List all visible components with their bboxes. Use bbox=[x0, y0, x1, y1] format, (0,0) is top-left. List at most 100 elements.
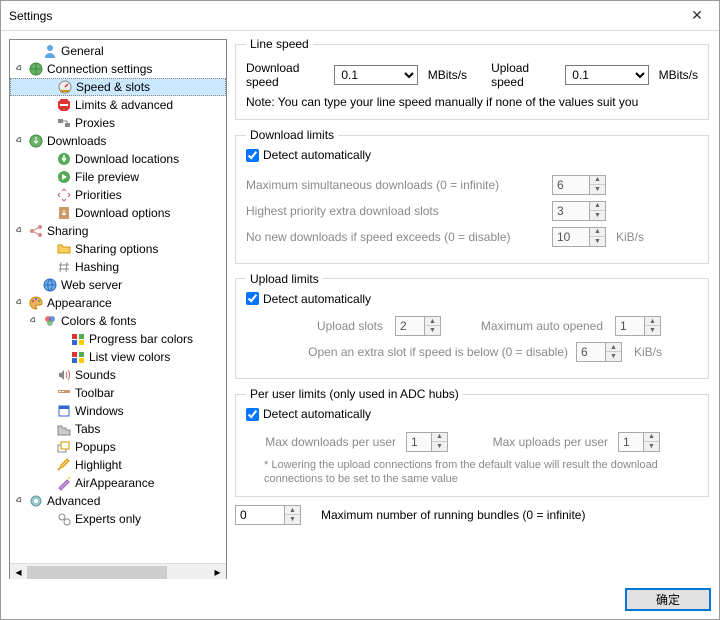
spin-down-icon[interactable]: ▼ bbox=[432, 442, 447, 451]
tree-list-view[interactable]: List view colors bbox=[10, 348, 226, 366]
tree-label: Download locations bbox=[75, 152, 179, 166]
tree-web-server[interactable]: Web server bbox=[10, 276, 226, 294]
tree-dl-locations[interactable]: Download locations bbox=[10, 150, 226, 168]
tree-speed-slots[interactable]: Speed & slots bbox=[10, 78, 226, 96]
spin-down-icon[interactable]: ▼ bbox=[606, 352, 621, 361]
checkbox[interactable] bbox=[246, 408, 259, 421]
tree-general[interactable]: General bbox=[10, 42, 226, 60]
detect-auto-checkbox[interactable]: Detect automatically bbox=[246, 292, 371, 306]
extra-slot-input[interactable] bbox=[576, 342, 606, 362]
tree-priorities[interactable]: Priorities bbox=[10, 186, 226, 204]
download-speed-combo[interactable]: 0.1 bbox=[334, 65, 417, 85]
settings-tree: General Connection settings Speed & slot… bbox=[9, 39, 227, 581]
spin-up-icon[interactable]: ▲ bbox=[285, 506, 300, 515]
upload-speed-combo[interactable]: 0.1 bbox=[565, 65, 648, 85]
tree-label: Download options bbox=[75, 206, 170, 220]
bundles-label: Maximum number of running bundles (0 = i… bbox=[321, 508, 585, 522]
spin-up-icon[interactable]: ▲ bbox=[644, 433, 659, 442]
spinner[interactable]: ▲▼ bbox=[552, 201, 606, 221]
tree-toolbar[interactable]: Toolbar bbox=[10, 384, 226, 402]
tree-limits-adv[interactable]: Limits & advanced bbox=[10, 96, 226, 114]
spinner[interactable]: ▲▼ bbox=[395, 316, 441, 336]
spin-down-icon[interactable]: ▼ bbox=[425, 326, 440, 335]
checkbox[interactable] bbox=[246, 149, 259, 162]
spin-up-icon[interactable]: ▲ bbox=[590, 228, 605, 237]
upload-slots-input[interactable] bbox=[395, 316, 425, 336]
tree-colors-fonts[interactable]: Colors & fonts bbox=[10, 312, 226, 330]
detect-auto-checkbox[interactable]: Detect automatically bbox=[246, 407, 371, 421]
no-new-dl-label: No new downloads if speed exceeds (0 = d… bbox=[246, 230, 546, 244]
tree-progress-bar[interactable]: Progress bar colors bbox=[10, 330, 226, 348]
detect-auto-checkbox[interactable]: Detect automatically bbox=[246, 148, 371, 162]
tree-advanced[interactable]: Advanced bbox=[10, 492, 226, 510]
scroll-thumb[interactable] bbox=[27, 566, 167, 579]
tree-appearance[interactable]: Appearance bbox=[10, 294, 226, 312]
expander-icon[interactable] bbox=[14, 495, 26, 507]
tree-dl-options[interactable]: Download options bbox=[10, 204, 226, 222]
bundles-input[interactable] bbox=[235, 505, 285, 525]
window-title: Settings bbox=[9, 9, 675, 23]
checkbox[interactable] bbox=[246, 292, 259, 305]
tree-connection[interactable]: Connection settings bbox=[10, 60, 226, 78]
spin-up-icon[interactable]: ▲ bbox=[590, 202, 605, 211]
scroll-left-icon[interactable]: ◂ bbox=[10, 564, 27, 581]
spin-down-icon[interactable]: ▼ bbox=[590, 185, 605, 194]
expander-icon[interactable] bbox=[14, 135, 26, 147]
unit-label: MBits/s bbox=[428, 68, 467, 82]
spin-down-icon[interactable]: ▼ bbox=[590, 211, 605, 220]
spinner[interactable]: ▲▼ bbox=[576, 342, 622, 362]
spin-up-icon[interactable]: ▲ bbox=[606, 343, 621, 352]
max-ul-user-input[interactable] bbox=[618, 432, 644, 452]
tree-tabs[interactable]: Tabs bbox=[10, 420, 226, 438]
spin-up-icon[interactable]: ▲ bbox=[432, 433, 447, 442]
tree-popups[interactable]: Popups bbox=[10, 438, 226, 456]
tree-label: Speed & slots bbox=[76, 80, 150, 94]
max-dl-user-input[interactable] bbox=[406, 432, 432, 452]
tree-experts[interactable]: Experts only bbox=[10, 510, 226, 528]
spinner[interactable]: ▲▼ bbox=[235, 505, 301, 525]
tree-proxies[interactable]: Proxies bbox=[10, 114, 226, 132]
tree-label: Highlight bbox=[75, 458, 122, 472]
spin-down-icon[interactable]: ▼ bbox=[644, 442, 659, 451]
download-globe-icon bbox=[28, 133, 44, 149]
checkbox-label: Detect automatically bbox=[263, 407, 371, 421]
spin-up-icon[interactable]: ▲ bbox=[645, 317, 660, 326]
spin-down-icon[interactable]: ▼ bbox=[285, 515, 300, 524]
tree-sharing-options[interactable]: Sharing options bbox=[10, 240, 226, 258]
expander-icon[interactable] bbox=[28, 315, 40, 327]
max-sim-dl-input[interactable] bbox=[552, 175, 590, 195]
spinner[interactable]: ▲▼ bbox=[615, 316, 661, 336]
scrollbar-h[interactable]: ◂ ▸ bbox=[10, 563, 226, 580]
spin-up-icon[interactable]: ▲ bbox=[425, 317, 440, 326]
upload-speed-label: Upload speed bbox=[491, 61, 559, 89]
download-icon bbox=[56, 151, 72, 167]
hi-priority-input[interactable] bbox=[552, 201, 590, 221]
tree-file-preview[interactable]: File preview bbox=[10, 168, 226, 186]
tree-air[interactable]: AirAppearance bbox=[10, 474, 226, 492]
max-auto-input[interactable] bbox=[615, 316, 645, 336]
tree-downloads[interactable]: Downloads bbox=[10, 132, 226, 150]
scroll-right-icon[interactable]: ▸ bbox=[209, 564, 226, 581]
per-user-footnote: * Lowering the upload connections from t… bbox=[246, 458, 698, 487]
tree-sounds[interactable]: Sounds bbox=[10, 366, 226, 384]
tree-sharing[interactable]: Sharing bbox=[10, 222, 226, 240]
expander-icon[interactable] bbox=[14, 225, 26, 237]
spin-down-icon[interactable]: ▼ bbox=[590, 237, 605, 246]
spinner[interactable]: ▲▼ bbox=[552, 175, 606, 195]
toolbar-icon bbox=[56, 385, 72, 401]
spinner[interactable]: ▲▼ bbox=[406, 432, 448, 452]
expander-icon[interactable] bbox=[14, 297, 26, 309]
line-speed-group: Line speed Download speed 0.1 MBits/s Up… bbox=[235, 37, 709, 120]
expander-icon[interactable] bbox=[14, 63, 26, 75]
tree-highlight[interactable]: Highlight bbox=[10, 456, 226, 474]
spinner[interactable]: ▲▼ bbox=[618, 432, 660, 452]
user-icon bbox=[42, 43, 58, 59]
spin-down-icon[interactable]: ▼ bbox=[645, 326, 660, 335]
tree-hashing[interactable]: Hashing bbox=[10, 258, 226, 276]
tree-windows[interactable]: Windows bbox=[10, 402, 226, 420]
spin-up-icon[interactable]: ▲ bbox=[590, 176, 605, 185]
ok-button[interactable]: 确定 bbox=[625, 588, 711, 611]
spinner[interactable]: ▲▼ bbox=[552, 227, 606, 247]
close-button[interactable]: ✕ bbox=[675, 1, 719, 31]
no-new-dl-input[interactable] bbox=[552, 227, 590, 247]
